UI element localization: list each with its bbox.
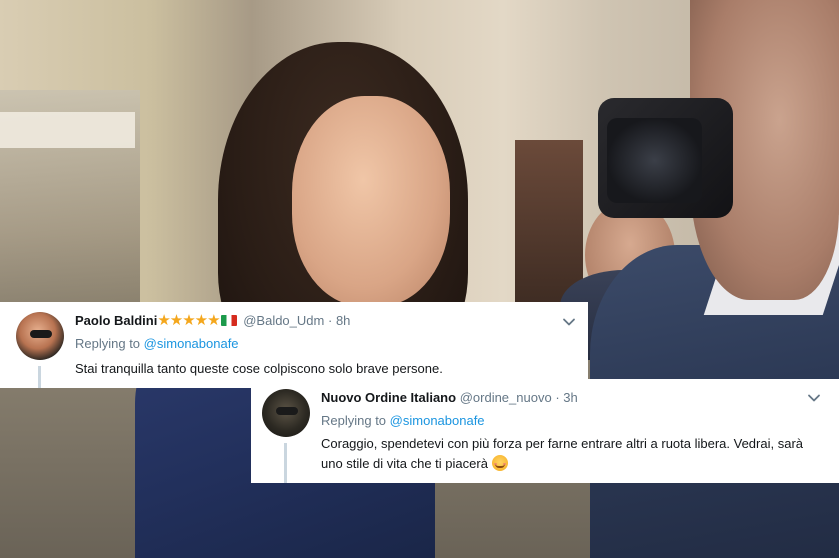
camera-lens [607,118,702,203]
tweet-text-content: Coraggio, spendetevi con più forza per f… [321,436,803,471]
tweet-header: Nuovo Ordine Italiano @ordine_nuovo · 3h [321,389,578,407]
timestamp[interactable]: 8h [336,313,350,328]
mention-link[interactable]: @simonabonafe [390,413,485,428]
avatar-detail [276,407,298,415]
timestamp[interactable]: 3h [563,390,577,405]
smiling-blush-emoji-icon [491,455,508,471]
tweet-text: Stai tranquilla tanto queste cose colpis… [75,361,443,376]
avatar-detail [30,330,52,338]
tweet-header: Paolo Baldini★★★★★ @Baldo_Udm · 8h [75,312,350,330]
woman-face [292,96,450,306]
tweet-card[interactable]: Paolo Baldini★★★★★ @Baldo_Udm · 8h Reply… [0,302,588,388]
user-handle[interactable]: @Baldo_Udm [243,313,324,328]
thread-line [38,366,41,388]
replying-to-label: Replying to [75,336,141,351]
replying-to-label: Replying to [321,413,387,428]
avatar[interactable] [16,312,64,360]
shop-awning [0,112,135,148]
display-name[interactable]: Paolo Baldini [75,313,157,328]
avatar[interactable] [262,389,310,437]
mention-link[interactable]: @simonabonafe [144,336,239,351]
separator-dot: · [555,390,560,405]
display-name[interactable]: Nuovo Ordine Italiano [321,390,456,405]
user-handle[interactable]: @ordine_nuovo [460,390,552,405]
replying-to: Replying to @simonabonafe [321,412,485,430]
italy-flag-icon [220,315,237,326]
replying-to: Replying to @simonabonafe [75,335,239,353]
stars-emoji: ★★★★★ [157,312,220,329]
chevron-down-icon[interactable] [807,391,821,405]
tweet-card[interactable]: Nuovo Ordine Italiano @ordine_nuovo · 3h… [251,379,839,483]
chevron-down-icon[interactable] [562,315,576,329]
tweet-text: Coraggio, spendetevi con più forza per f… [321,434,821,474]
separator-dot: · [327,313,333,328]
thread-line [284,443,287,483]
